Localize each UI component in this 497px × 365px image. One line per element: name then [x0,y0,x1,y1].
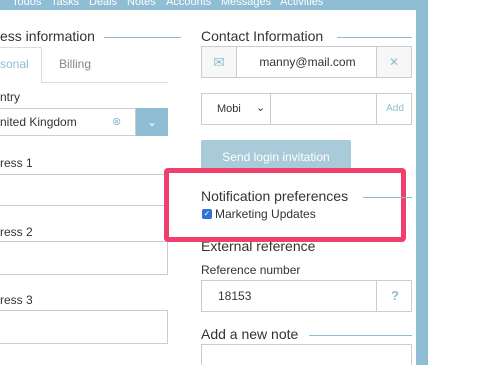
email-value: manny@mail.com [259,55,356,69]
top-navigation: Todos Tasks Deals Notes Accounts Message… [0,0,428,10]
country-select[interactable]: nited Kingdom ⊗ [0,108,136,136]
marketing-label: Marketing Updates [215,207,316,221]
tab-personal[interactable]: sonal [0,47,42,83]
envelope-icon: ✉ [201,46,237,78]
notification-heading: Notification preferences [201,188,349,204]
business-heading-rule [104,37,181,38]
reference-number-value: 18153 [218,289,252,303]
contact-heading-rule [337,37,412,38]
tab-billing-label: Billing [59,57,92,71]
address3-label: ress 3 [0,293,33,307]
nav-todos[interactable]: Todos [12,0,41,8]
address1-input[interactable] [0,174,168,206]
nav-notes[interactable]: Notes [127,0,156,8]
address1-label: ress 1 [0,156,33,170]
highlight-box [164,168,406,242]
notification-heading-rule [363,197,412,198]
add-note-heading-rule [309,335,412,336]
email-field[interactable]: manny@mail.com [236,46,377,78]
nav-deals[interactable]: Deals [89,0,117,8]
right-panel-edge [416,0,428,365]
nav-accounts[interactable]: Accounts [166,0,211,8]
country-value: nited Kingdom [0,115,77,129]
phone-type-value: Mobi [217,103,241,115]
chevron-down-icon[interactable]: ⌄ [136,108,168,136]
nav-tasks[interactable]: Tasks [51,0,79,8]
clear-icon[interactable]: ⊗ [112,115,121,128]
reference-number-label: Reference number [201,263,301,277]
contact-info-heading: Contact Information [201,28,324,44]
reference-number-input[interactable]: 18153 [201,280,377,312]
country-label: ntry [0,90,21,104]
business-info-heading: ess information [0,28,95,44]
chevron-down-icon: ⌄ [256,102,266,114]
address2-label: ress 2 [0,225,33,239]
tabs-underline [42,82,168,83]
phone-add-label: Add [386,103,404,114]
note-textarea[interactable] [201,344,412,365]
help-icon[interactable]: ? [376,280,412,312]
nav-activities[interactable]: Activities [280,0,323,8]
phone-add-button[interactable]: Add [376,93,412,125]
address2-input[interactable] [0,241,168,275]
marketing-checkbox[interactable]: ✓ [202,209,212,219]
nav-messages[interactable]: Messages [221,0,271,8]
phone-type-select[interactable]: Mobi ⌄ [201,93,271,125]
close-icon[interactable]: ✕ [376,46,412,78]
add-note-heading: Add a new note [201,326,299,342]
phone-number-input[interactable] [270,93,377,125]
tab-personal-label: sonal [0,57,29,71]
address3-input[interactable] [0,310,168,344]
